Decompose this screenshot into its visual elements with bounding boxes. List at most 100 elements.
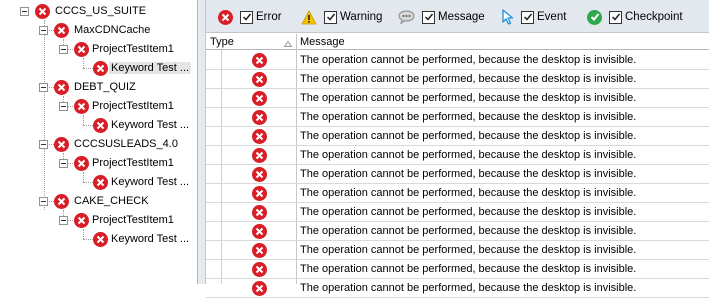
- tree-node-test-item[interactable]: ProjectTestItem1: [0, 155, 198, 173]
- filter-error[interactable]: Error: [218, 8, 282, 26]
- collapse-toggle-icon[interactable]: [59, 102, 68, 111]
- tree-node-keyword-test[interactable]: Keyword Test ...: [0, 60, 198, 78]
- cursor-icon: [502, 9, 514, 25]
- tree-node-label: CAKE_CHECK: [74, 195, 149, 207]
- filter-checkpoint[interactable]: Checkpoint: [587, 8, 683, 26]
- tree-node-project[interactable]: CAKE_CHECK: [0, 193, 198, 211]
- error-icon: [252, 110, 267, 125]
- error-icon: [252, 243, 267, 258]
- error-icon: [252, 53, 267, 68]
- log-message: The operation cannot be performed, becau…: [300, 206, 637, 218]
- tree-node-label: ProjectTestItem1: [92, 100, 174, 112]
- tree-node-project[interactable]: DEBT_QUIZ: [0, 79, 198, 97]
- error-icon: [74, 156, 89, 171]
- collapse-toggle-icon[interactable]: [20, 7, 29, 16]
- message-icon: [398, 10, 415, 24]
- column-header-message[interactable]: Message: [300, 36, 345, 48]
- error-label: Error: [256, 11, 282, 23]
- warning-icon: [301, 9, 317, 25]
- error-icon: [74, 99, 89, 114]
- error-icon: [252, 186, 267, 201]
- panel-splitter[interactable]: [198, 0, 206, 284]
- collapse-toggle-icon[interactable]: [39, 197, 48, 206]
- tree-node-label: Keyword Test ...: [109, 62, 192, 74]
- log-message: The operation cannot be performed, becau…: [300, 130, 637, 142]
- test-log-tree[interactable]: CCCS_US_SUITE MaxCDNCache ProjectTestIte…: [0, 0, 198, 284]
- checkpoint-checkbox[interactable]: [609, 10, 622, 24]
- tree-node-project[interactable]: CCCSUSLEADS_4.0: [0, 136, 198, 154]
- log-message: The operation cannot be performed, becau…: [300, 73, 637, 85]
- error-icon: [252, 281, 267, 296]
- column-header-type[interactable]: Type: [210, 36, 234, 48]
- collapse-toggle-icon[interactable]: [39, 140, 48, 149]
- error-icon: [54, 137, 69, 152]
- filter-message[interactable]: Message: [398, 8, 485, 26]
- event-label: Event: [537, 11, 567, 23]
- tree-node-label: ProjectTestItem1: [92, 214, 174, 226]
- filter-event[interactable]: Event: [502, 8, 566, 26]
- log-row[interactable]: The operation cannot be performed, becau…: [206, 70, 709, 89]
- collapse-toggle-icon[interactable]: [59, 216, 68, 225]
- log-row[interactable]: The operation cannot be performed, becau…: [206, 260, 709, 279]
- message-checkbox[interactable]: [422, 10, 435, 24]
- tree-node-label: ProjectTestItem1: [92, 43, 174, 55]
- log-row[interactable]: The operation cannot be performed, becau…: [206, 89, 709, 108]
- log-grid[interactable]: Type Message The operation cannot be per…: [206, 34, 709, 298]
- error-icon: [252, 224, 267, 239]
- log-row[interactable]: The operation cannot be performed, becau…: [206, 203, 709, 222]
- error-icon: [93, 175, 108, 190]
- tree-node-label: Keyword Test ...: [111, 176, 190, 188]
- event-checkbox[interactable]: [521, 10, 534, 24]
- tree-node-test-item[interactable]: ProjectTestItem1: [0, 41, 198, 59]
- tree-node-label: Keyword Test ...: [111, 119, 190, 131]
- error-icon: [74, 42, 89, 57]
- error-icon: [35, 4, 50, 19]
- log-row[interactable]: The operation cannot be performed, becau…: [206, 279, 709, 298]
- error-icon: [252, 91, 267, 106]
- tree-node-test-item[interactable]: ProjectTestItem1: [0, 212, 198, 230]
- log-message: The operation cannot be performed, becau…: [300, 187, 637, 199]
- message-label: Message: [438, 11, 485, 23]
- error-icon: [93, 232, 108, 247]
- log-row[interactable]: The operation cannot be performed, becau…: [206, 108, 709, 127]
- collapse-toggle-icon[interactable]: [59, 159, 68, 168]
- sort-arrow-icon: [283, 38, 293, 50]
- log-message: The operation cannot be performed, becau…: [300, 263, 637, 275]
- error-icon: [93, 118, 108, 133]
- error-icon: [252, 72, 267, 87]
- log-row[interactable]: The operation cannot be performed, becau…: [206, 165, 709, 184]
- error-icon: [218, 9, 233, 25]
- error-icon: [252, 167, 267, 182]
- collapse-toggle-icon[interactable]: [39, 83, 48, 92]
- error-icon: [252, 262, 267, 277]
- error-icon: [74, 213, 89, 228]
- warning-checkbox[interactable]: [324, 10, 337, 24]
- tree-node-label: CCCSUSLEADS_4.0: [74, 138, 178, 150]
- log-row[interactable]: The operation cannot be performed, becau…: [206, 222, 709, 241]
- tree-node-keyword-test[interactable]: Keyword Test ...: [0, 117, 198, 135]
- log-row[interactable]: The operation cannot be performed, becau…: [206, 51, 709, 70]
- tree-node-suite[interactable]: CCCS_US_SUITE: [0, 3, 198, 21]
- collapse-toggle-icon[interactable]: [59, 45, 68, 54]
- log-message: The operation cannot be performed, becau…: [300, 168, 637, 180]
- tree-node-test-item[interactable]: ProjectTestItem1: [0, 98, 198, 116]
- log-row[interactable]: The operation cannot be performed, becau…: [206, 127, 709, 146]
- tree-node-keyword-test[interactable]: Keyword Test ...: [0, 174, 198, 192]
- grid-header: Type Message: [206, 34, 709, 50]
- error-icon: [252, 205, 267, 220]
- log-message: The operation cannot be performed, becau…: [300, 244, 637, 256]
- log-row[interactable]: The operation cannot be performed, becau…: [206, 241, 709, 260]
- log-message: The operation cannot be performed, becau…: [300, 111, 637, 123]
- tree-node-project[interactable]: MaxCDNCache: [0, 22, 198, 40]
- error-icon: [54, 23, 69, 38]
- log-row[interactable]: The operation cannot be performed, becau…: [206, 146, 709, 165]
- error-checkbox[interactable]: [240, 10, 253, 24]
- error-icon: [54, 80, 69, 95]
- filter-warning[interactable]: Warning: [301, 8, 382, 26]
- log-message: The operation cannot be performed, becau…: [300, 54, 637, 66]
- collapse-toggle-icon[interactable]: [39, 26, 48, 35]
- tree-node-keyword-test[interactable]: Keyword Test ...: [0, 231, 198, 249]
- tree-node-label: MaxCDNCache: [74, 24, 151, 36]
- tree-node-label: ProjectTestItem1: [92, 157, 174, 169]
- log-row[interactable]: The operation cannot be performed, becau…: [206, 184, 709, 203]
